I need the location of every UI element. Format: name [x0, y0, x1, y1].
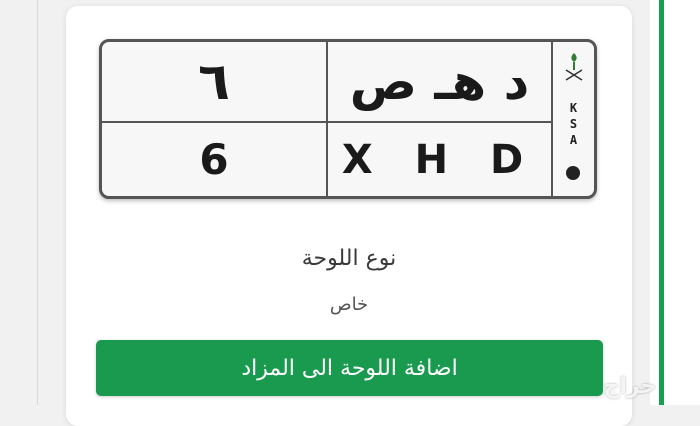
plate-divider-vertical	[326, 42, 328, 196]
country-code: K S A	[553, 100, 594, 148]
haraj-watermark: حراج	[603, 374, 657, 399]
accent-bar	[659, 0, 664, 405]
add-to-auction-button[interactable]: اضافة اللوحة الى المزاد	[96, 340, 603, 396]
plate-type-value: خاص	[329, 294, 369, 315]
plate-country-strip: K S A	[553, 42, 594, 196]
country-letter: A	[569, 133, 578, 147]
country-letter: K	[569, 101, 578, 115]
plate-divider-horizontal	[102, 121, 551, 123]
plate-type-label: نوع اللوحة	[301, 246, 397, 271]
plate-grid: ٦ د هـ ص 6 X H D	[102, 42, 553, 196]
plate-english-letters: X H D	[341, 136, 538, 183]
plate-arabic-letters: د هـ ص	[349, 52, 530, 111]
saudi-emblem-icon	[565, 53, 583, 81]
right-panel	[650, 0, 700, 405]
plate-arabic-number: ٦	[198, 51, 230, 112]
country-letter: S	[569, 117, 578, 131]
plate-dot-icon	[566, 166, 580, 180]
license-plate: ٦ د هـ ص 6 X H D K S A	[99, 39, 597, 199]
plate-english-number: 6	[199, 135, 229, 184]
left-divider	[37, 0, 38, 405]
